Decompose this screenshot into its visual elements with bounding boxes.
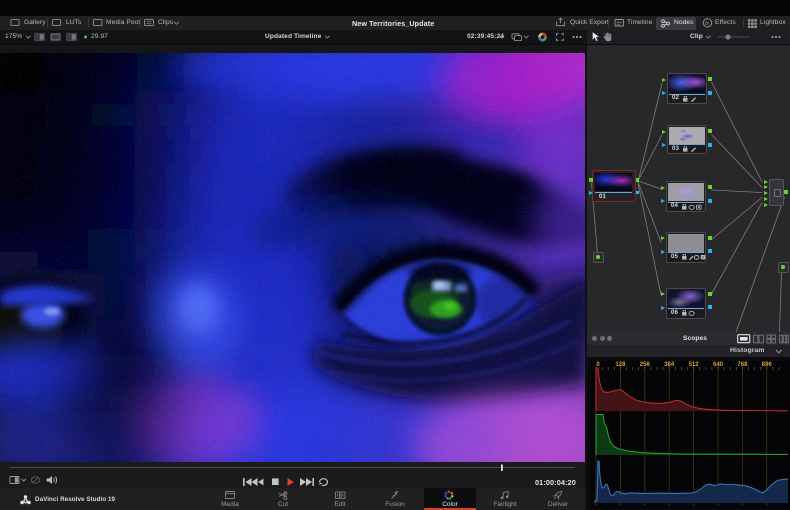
svg-text:512: 512 [689, 362, 700, 368]
svg-text:768: 768 [737, 362, 748, 368]
svg-text:384: 384 [664, 362, 675, 368]
svg-text:fx: fx [705, 21, 709, 27]
svg-text:640: 640 [713, 362, 724, 368]
svg-text:128: 128 [615, 362, 626, 368]
svg-text:896: 896 [762, 362, 773, 368]
svg-text:256: 256 [640, 362, 651, 368]
